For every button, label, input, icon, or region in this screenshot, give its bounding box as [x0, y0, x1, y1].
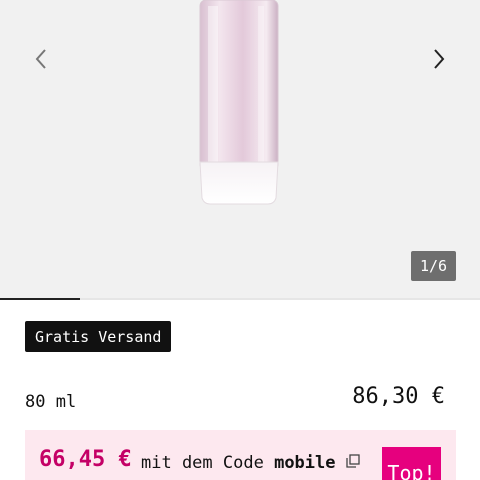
free-shipping-badge: Gratis Versand: [25, 321, 172, 352]
image-counter: 1/6: [411, 251, 456, 281]
promo-text: mit dem Code mobile: [141, 453, 336, 473]
product-image-gallery[interactable]: 1/6: [0, 0, 480, 300]
promo-top-button[interactable]: Top!: [382, 447, 441, 480]
gallery-progress-fill: [0, 298, 80, 300]
copy-icon[interactable]: [346, 454, 360, 468]
promo-text-prefix: mit dem Code: [141, 453, 264, 473]
promo-price: 66,45 €: [39, 447, 132, 472]
chevron-left-icon: [35, 49, 46, 69]
promo-banner: 66,45 € mit dem Code mobile Top!: [25, 430, 456, 480]
promo-code: mobile: [274, 453, 336, 473]
chevron-right-icon: [434, 49, 445, 69]
perfume-bottle-image: [199, 0, 279, 205]
gallery-next-button[interactable]: [424, 44, 454, 74]
gallery-prev-button[interactable]: [26, 44, 56, 74]
product-price: 86,30 €: [352, 384, 445, 409]
product-size: 80 ml: [25, 392, 77, 412]
gallery-progress-bar: [0, 298, 480, 300]
